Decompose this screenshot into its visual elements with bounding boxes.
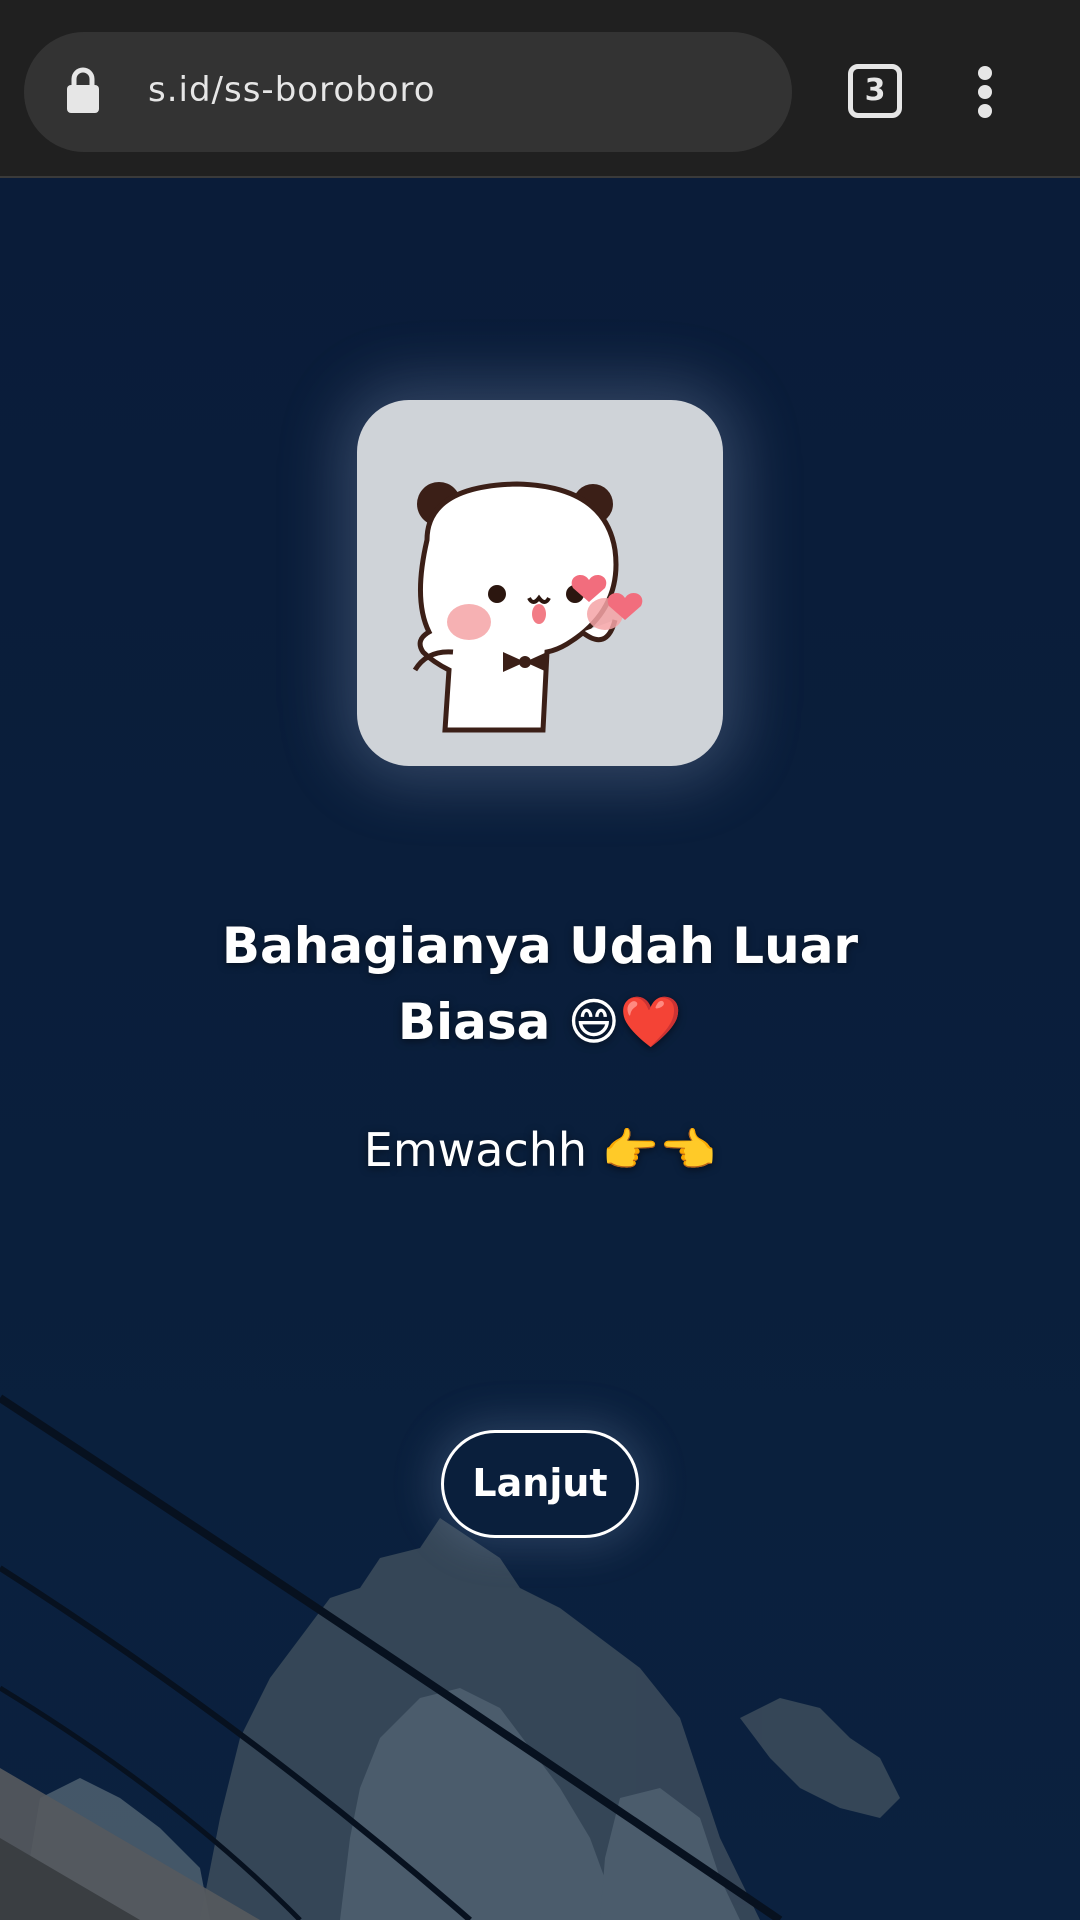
browser-toolbar: s.id/ss-boroboro 3 xyxy=(0,0,1080,178)
tab-switcher-button[interactable]: 3 xyxy=(848,64,902,118)
more-vert-icon[interactable] xyxy=(975,66,995,118)
page-content: Bahagianya Udah Luar Biasa 😄❤️ Emwachh 👉… xyxy=(0,178,1080,1920)
headline-text: Bahagianya Udah Luar Biasa 😄❤️ xyxy=(221,917,859,1051)
subline-text: Emwachh 👉👈 xyxy=(363,1123,717,1177)
next-button[interactable]: Lanjut xyxy=(441,1430,639,1538)
panda-sticker-image xyxy=(412,481,643,733)
panda-sticker xyxy=(357,400,723,766)
lock-icon xyxy=(67,67,99,113)
url-text[interactable]: s.id/ss-boroboro xyxy=(148,64,436,116)
